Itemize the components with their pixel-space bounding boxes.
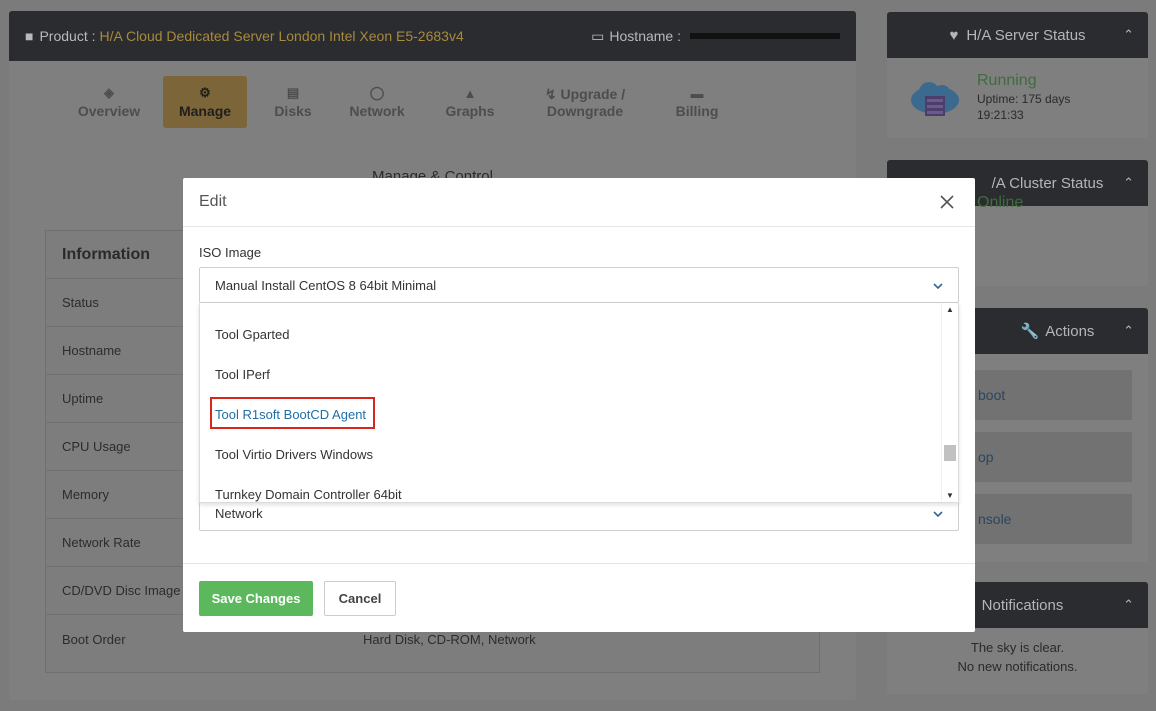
info-label: Network Rate — [62, 535, 141, 550]
tab-label: Graphs — [445, 102, 495, 119]
tab-label: Manage — [178, 103, 232, 119]
save-changes-button[interactable]: Save Changes — [199, 581, 313, 616]
modal-header: Edit — [183, 178, 975, 227]
chart-icon: ▲ — [463, 85, 477, 101]
tab-label: Disks — [274, 103, 312, 119]
server-status-header[interactable]: ♥ H/A Server Status ⌃ — [887, 12, 1148, 58]
boot-order-value: Network — [215, 505, 263, 521]
notifications-body: The sky is clear. No new notifications. — [887, 628, 1148, 676]
tab-label-line2: Downgrade — [546, 102, 624, 119]
iso-image-value: Manual Install CentOS 8 64bit Minimal — [215, 277, 437, 293]
modal-footer: Save Changes Cancel — [183, 563, 975, 632]
tab-upgrade-downgrade[interactable]: ↯ Upgrade / Downgrade — [525, 76, 645, 128]
info-label: Memory — [62, 487, 109, 502]
scroll-thumb[interactable] — [944, 445, 956, 461]
tab-label: Network — [349, 103, 405, 119]
info-label: Boot Order — [62, 631, 126, 647]
cluster-state: Online — [977, 194, 1024, 211]
iso-image-label: ISO Image — [199, 245, 262, 260]
tab-bar: ◈ Overview ⚙ Manage ▤ Disks ◯ Network ▲ … — [69, 76, 749, 128]
close-icon — [940, 195, 954, 209]
chevron-up-icon[interactable]: ⌃ — [1123, 597, 1134, 613]
dropdown-option[interactable]: Tool Gparted — [215, 327, 289, 342]
info-label: CD/DVD Disc Image F — [62, 583, 193, 598]
notifications-title: Notifications — [981, 596, 1064, 614]
dropdown-option-selected[interactable]: Tool R1soft BootCD Agent — [215, 407, 366, 422]
info-label: CPU Usage — [62, 439, 131, 454]
wrench-icon: 🔧 — [1020, 323, 1040, 340]
chevron-down-icon — [933, 506, 943, 521]
server-state: Running — [977, 72, 1037, 89]
tab-graphs[interactable]: ▲ Graphs — [429, 76, 511, 128]
dropdown-option[interactable]: Tool IPerf — [215, 367, 270, 382]
scroll-up-icon[interactable]: ▲ — [946, 305, 954, 314]
modal-title: Edit — [199, 193, 227, 210]
iso-dropdown-list: Tool Gparted Tool IPerf Tool R1soft Boot… — [199, 303, 959, 503]
server-status-card: ♥ H/A Server Status ⌃ Running Uptime: 17… — [887, 12, 1148, 138]
product-name: H/A Cloud Dedicated Server London Intel … — [99, 28, 464, 44]
tab-overview[interactable]: ◈ Overview — [69, 76, 149, 128]
cogs-icon: ⚙ — [199, 85, 211, 100]
info-value: Hard Disk, CD-ROM, Network — [363, 631, 536, 647]
cubes-icon: ◈ — [104, 85, 114, 100]
product-label: Product : — [39, 28, 96, 44]
chevron-down-icon — [933, 278, 943, 293]
close-button[interactable] — [935, 190, 959, 214]
globe-icon: ◯ — [369, 85, 385, 100]
hostname-block: ▭ Hostname : — [591, 28, 840, 45]
scroll-down-icon[interactable]: ▼ — [946, 491, 954, 500]
cluster-status-title: /A Cluster Status — [991, 174, 1104, 192]
hdd-icon: ▤ — [286, 85, 300, 100]
chevron-up-icon[interactable]: ⌃ — [1123, 27, 1134, 43]
info-label: Uptime — [62, 391, 104, 406]
tab-manage[interactable]: ⚙ Manage — [163, 76, 247, 128]
tab-network[interactable]: ◯ Network — [339, 76, 415, 128]
server-status-text: Running Uptime: 175 days 19:21:33 — [977, 72, 1070, 122]
product-header: ■ Product : H/A Cloud Dedicated Server L… — [9, 11, 856, 61]
tab-billing[interactable]: ▬ Billing — [659, 76, 735, 128]
cancel-button[interactable]: Cancel — [324, 581, 396, 616]
hostname-redacted — [690, 33, 840, 39]
iso-image-select[interactable]: Manual Install CentOS 8 64bit Minimal — [199, 267, 959, 303]
heart-icon: ♥ — [949, 26, 959, 44]
tab-label: Billing — [675, 102, 719, 119]
server-uptime-line2: 19:21:33 — [977, 108, 1024, 122]
info-label: Status — [62, 295, 99, 310]
hostname-label: Hostname : — [609, 28, 681, 44]
server-status-body: Running Uptime: 175 days 19:21:33 — [887, 58, 1148, 138]
card-icon: ▬ — [690, 85, 704, 101]
action-label: nsole — [978, 511, 1012, 527]
cloud-server-icon — [911, 82, 959, 116]
edit-modal: Edit ISO Image Manual Install CentOS 8 6… — [183, 178, 975, 632]
chevron-up-icon[interactable]: ⌃ — [1123, 323, 1134, 339]
notifications-line2: No new notifications. — [957, 659, 1078, 674]
action-label: boot — [978, 387, 1006, 403]
dropdown-option[interactable]: Tool Virtio Drivers Windows — [215, 447, 373, 462]
laptop-icon: ▭ — [591, 27, 605, 44]
action-label: op — [978, 449, 994, 465]
tab-label: ↯ Upgrade / — [545, 86, 625, 103]
info-label: Hostname — [62, 343, 122, 358]
tab-disks[interactable]: ▤ Disks — [261, 76, 325, 128]
server-status-title: H/A Server Status — [966, 26, 1086, 44]
actions-title: Actions — [1045, 322, 1095, 340]
tab-label: Overview — [77, 103, 141, 119]
tab-label-line1: Upgrade / — [560, 85, 626, 102]
bolt-icon: ↯ — [544, 85, 561, 102]
chevron-up-icon[interactable]: ⌃ — [1123, 175, 1134, 191]
dropdown-option[interactable]: Turnkey Domain Controller 64bit — [215, 487, 402, 502]
dropdown-scrollbar[interactable]: ▲ ▼ — [941, 303, 958, 502]
notifications-line1: The sky is clear. — [970, 640, 1065, 655]
cube-icon: ■ — [25, 28, 34, 44]
server-uptime-line1: Uptime: 175 days — [977, 92, 1071, 106]
